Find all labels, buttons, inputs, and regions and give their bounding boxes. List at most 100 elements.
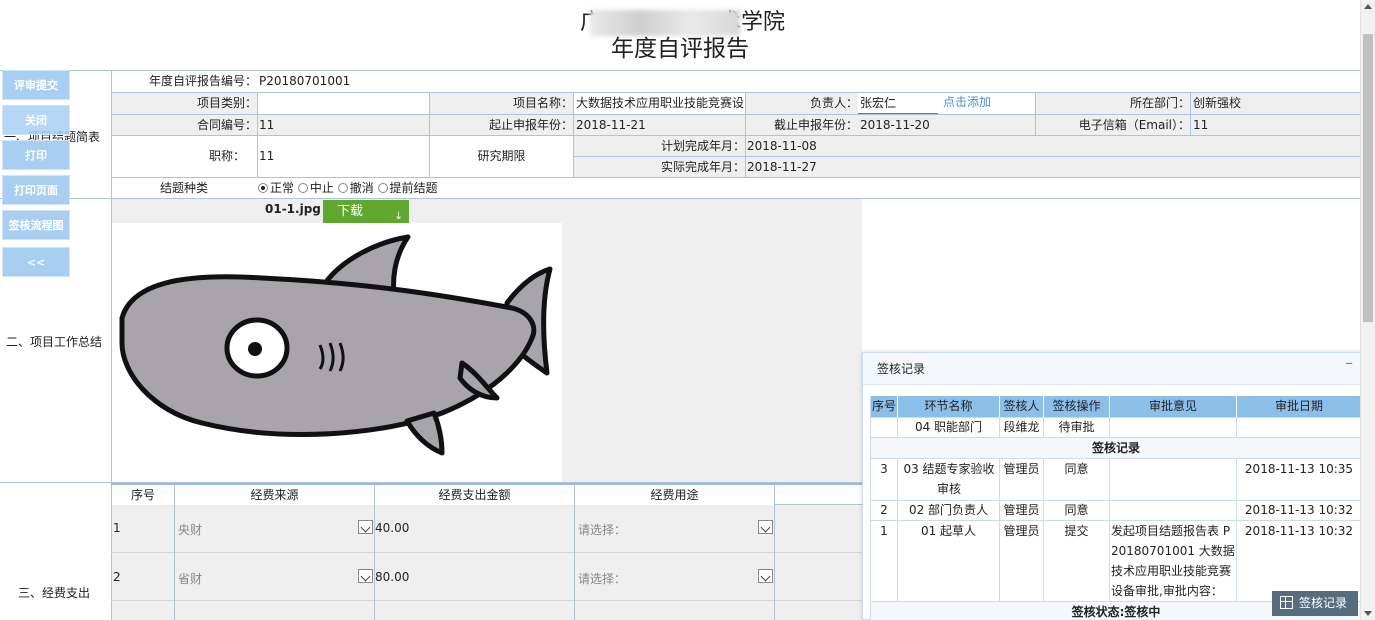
dept-value: 创新强校 xyxy=(1193,96,1242,110)
review-header-person: 签核人 xyxy=(1000,396,1043,417)
pending-step: 04 职能部门 xyxy=(914,420,983,434)
title-value: 11 xyxy=(259,149,275,163)
review-record-button[interactable]: 签核记录 xyxy=(1272,591,1358,616)
end-label: 截止申报年份： xyxy=(773,118,858,132)
record-date: 2018-11-13 10:32 xyxy=(1244,503,1354,517)
download-button[interactable]: 下载 ⤓ xyxy=(323,200,409,223)
record-date: 2018-11-13 10:35 xyxy=(1244,462,1354,476)
owner-label: 负责人： xyxy=(809,96,858,110)
pending-person: 段维龙 xyxy=(1003,420,1040,434)
dept-label: 所在部门： xyxy=(1129,96,1190,110)
print-page-button[interactable]: 打印页面 xyxy=(2,175,70,205)
type-label: 结题种类 xyxy=(160,181,209,195)
email-label: 电子信箱（Email）： xyxy=(1078,118,1190,132)
type-radio-group: 正常 中止 撤消 提前结题 xyxy=(258,178,558,198)
contract-value: 11 xyxy=(259,118,275,132)
record-person: 管理员 xyxy=(1003,503,1040,517)
fee-header-no: 序号 xyxy=(112,485,174,505)
start-value: 2018-11-21 xyxy=(576,118,646,132)
radio-normal[interactable] xyxy=(258,183,268,193)
chevron-down-icon xyxy=(358,569,373,583)
fee-usage-select[interactable] xyxy=(755,568,774,586)
page-title: 年度自评报告 xyxy=(611,36,749,62)
fee-header-amount: 经费支出金额 xyxy=(375,485,574,505)
review-header-step: 环节名称 xyxy=(898,396,999,417)
add-owner-link[interactable]: 点击添加 xyxy=(943,92,1023,112)
report-no-value: P20180701001 xyxy=(259,74,351,88)
period-label: 研究期限 xyxy=(477,149,526,163)
record-date: 2018-11-13 10:32 xyxy=(1244,524,1354,538)
fee-usage-value: 请选择： xyxy=(578,572,627,586)
fee-source-value: 央财 xyxy=(178,523,203,537)
end-value: 2018-11-20 xyxy=(860,118,930,132)
flowchart-button[interactable]: 签核流程图 xyxy=(2,210,70,240)
radio-suspend[interactable] xyxy=(297,183,308,193)
radio-cancel[interactable] xyxy=(337,183,348,193)
report-no-label: 年度自评报告编号： xyxy=(148,74,257,88)
email-value: 11 xyxy=(1193,118,1209,132)
fee-usage-select[interactable] xyxy=(755,519,774,537)
owner-value[interactable]: 张宏仁 xyxy=(858,93,938,114)
fee-source-select[interactable] xyxy=(355,568,374,586)
contract-label: 合同编号： xyxy=(196,118,257,132)
start-label: 起止申报年份： xyxy=(488,118,573,132)
review-panel-title: 签核记录 xyxy=(863,353,1361,385)
submit-review-button[interactable]: 评审提交 xyxy=(2,70,70,100)
minimize-icon[interactable]: – xyxy=(1345,353,1353,372)
collapse-button[interactable]: << xyxy=(2,247,70,277)
close-button[interactable]: 关闭 xyxy=(2,105,70,135)
fee-source-select[interactable] xyxy=(355,519,374,537)
vertical-scrollbar[interactable] xyxy=(1360,0,1375,620)
record-person: 管理员 xyxy=(1003,524,1040,538)
fee-row-no: 2 xyxy=(113,570,121,584)
records-title: 签核记录 xyxy=(871,438,1361,458)
scroll-up-icon[interactable] xyxy=(1364,4,1372,9)
attachment-image xyxy=(112,223,562,473)
actual-value: 2018-11-27 xyxy=(747,160,817,174)
record-action: 同意 xyxy=(1064,503,1089,517)
scroll-down-icon[interactable] xyxy=(1364,611,1372,616)
fee-usage-value: 请选择： xyxy=(578,523,627,537)
scroll-thumb[interactable] xyxy=(1363,34,1373,322)
fee-source-value: 省财 xyxy=(178,572,203,586)
review-header-no: 序号 xyxy=(871,396,897,417)
chevron-down-icon xyxy=(758,569,773,583)
record-person: 管理员 xyxy=(1003,462,1040,476)
category-label: 项目类别： xyxy=(196,96,257,110)
record-action: 同意 xyxy=(1064,462,1089,476)
plan-label: 计划完成年月： xyxy=(660,139,745,153)
review-header-opinion: 审批意见 xyxy=(1110,396,1236,417)
review-header-action: 签核操作 xyxy=(1044,396,1109,417)
fee-amount-value[interactable]: 40.00 xyxy=(375,518,409,538)
page: 广 术学院 年度自评报告 年度自评报告编号： P20180701001 项目类别… xyxy=(0,0,1375,620)
radio-early[interactable] xyxy=(377,183,388,193)
record-action: 提交 xyxy=(1064,524,1089,538)
record-no: 3 xyxy=(880,462,888,476)
pending-action: 待审批 xyxy=(1058,420,1095,434)
record-step: 01 起草人 xyxy=(920,524,977,538)
actual-label: 实际完成年月： xyxy=(660,160,745,174)
fee-row-no: 1 xyxy=(113,521,121,535)
shark-illustration xyxy=(119,234,553,456)
redacted-text xyxy=(590,10,740,36)
fee-header-source: 经费来源 xyxy=(175,485,374,505)
chevron-down-icon xyxy=(758,520,773,534)
record-step: 02 部门负责人 xyxy=(908,503,989,517)
title-label: 职称： xyxy=(208,149,245,163)
print-button[interactable]: 打印 xyxy=(2,140,70,170)
table-icon xyxy=(1280,596,1293,609)
record-step: 03 结题专家验收审核 xyxy=(903,462,995,496)
review-panel: 签核记录 – 序号 环节名称 签核人 签核操作 审批意见 审批日期 04 职能部… xyxy=(862,352,1362,620)
chevron-down-icon xyxy=(358,520,373,534)
fee-amount-value[interactable]: 80.00 xyxy=(375,567,409,587)
project-name-label: 项目名称： xyxy=(512,96,573,110)
project-name-value[interactable]: 大数据技术应用职业技能竞赛设 xyxy=(574,93,745,113)
fee-header-usage: 经费用途 xyxy=(575,485,774,505)
record-opinion: 发起项目结题报告表 P20180701001 大数据技术应用职业技能竞赛设备审批… xyxy=(1111,524,1235,598)
review-header-date: 审批日期 xyxy=(1237,396,1361,417)
record-no: 2 xyxy=(880,503,888,517)
section-fees-label: 三、经费支出 xyxy=(18,586,91,600)
plan-value: 2018-11-08 xyxy=(747,139,817,153)
attachment-filename: 01-1.jpg xyxy=(265,202,321,216)
section-work-label: 二、项目工作总结 xyxy=(6,335,103,349)
